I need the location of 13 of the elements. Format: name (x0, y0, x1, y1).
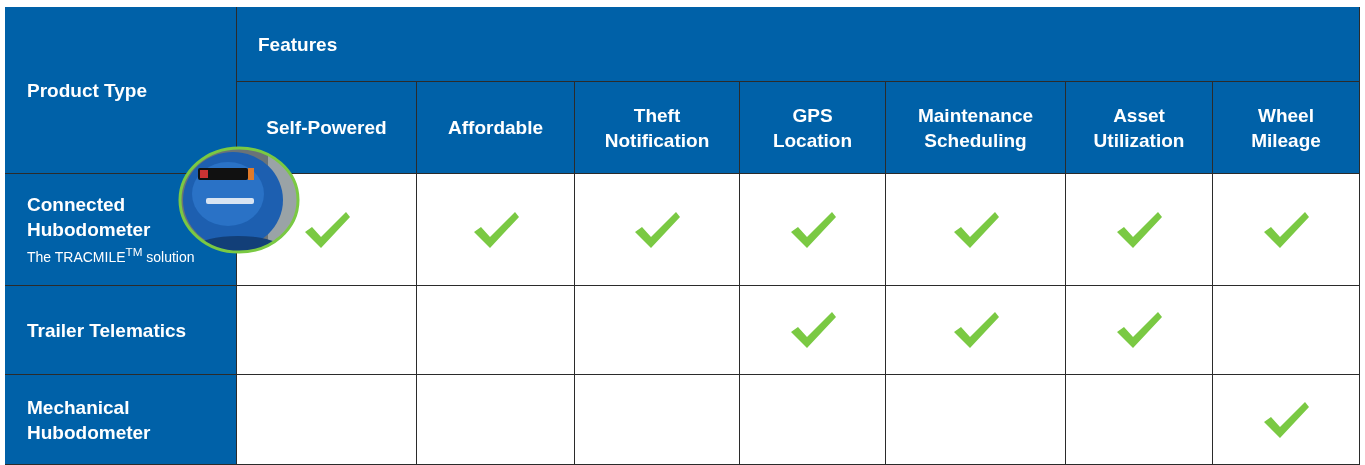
column-heading: Product Type (27, 78, 147, 103)
column-heading: Theft Notification (603, 103, 711, 153)
column-heading: Wheel Mileage (1250, 103, 1322, 153)
column-group-heading: Features (258, 32, 338, 57)
row-subtitle: The TRACMILE$^{TM}$ solution (27, 244, 196, 267)
column-heading: GPS Location (771, 103, 854, 153)
column-heading: Maintenance Scheduling (916, 103, 1035, 153)
row-heading: Connected Hubodometer (27, 193, 152, 243)
column-heading: Asset Utilization (1092, 103, 1186, 153)
column-heading: Affordable (448, 116, 543, 140)
column-heading: Self-Powered (266, 116, 387, 140)
row-heading: Trailer Telematics (27, 318, 188, 343)
row-heading: Mechanical Hubodometer (27, 395, 152, 445)
